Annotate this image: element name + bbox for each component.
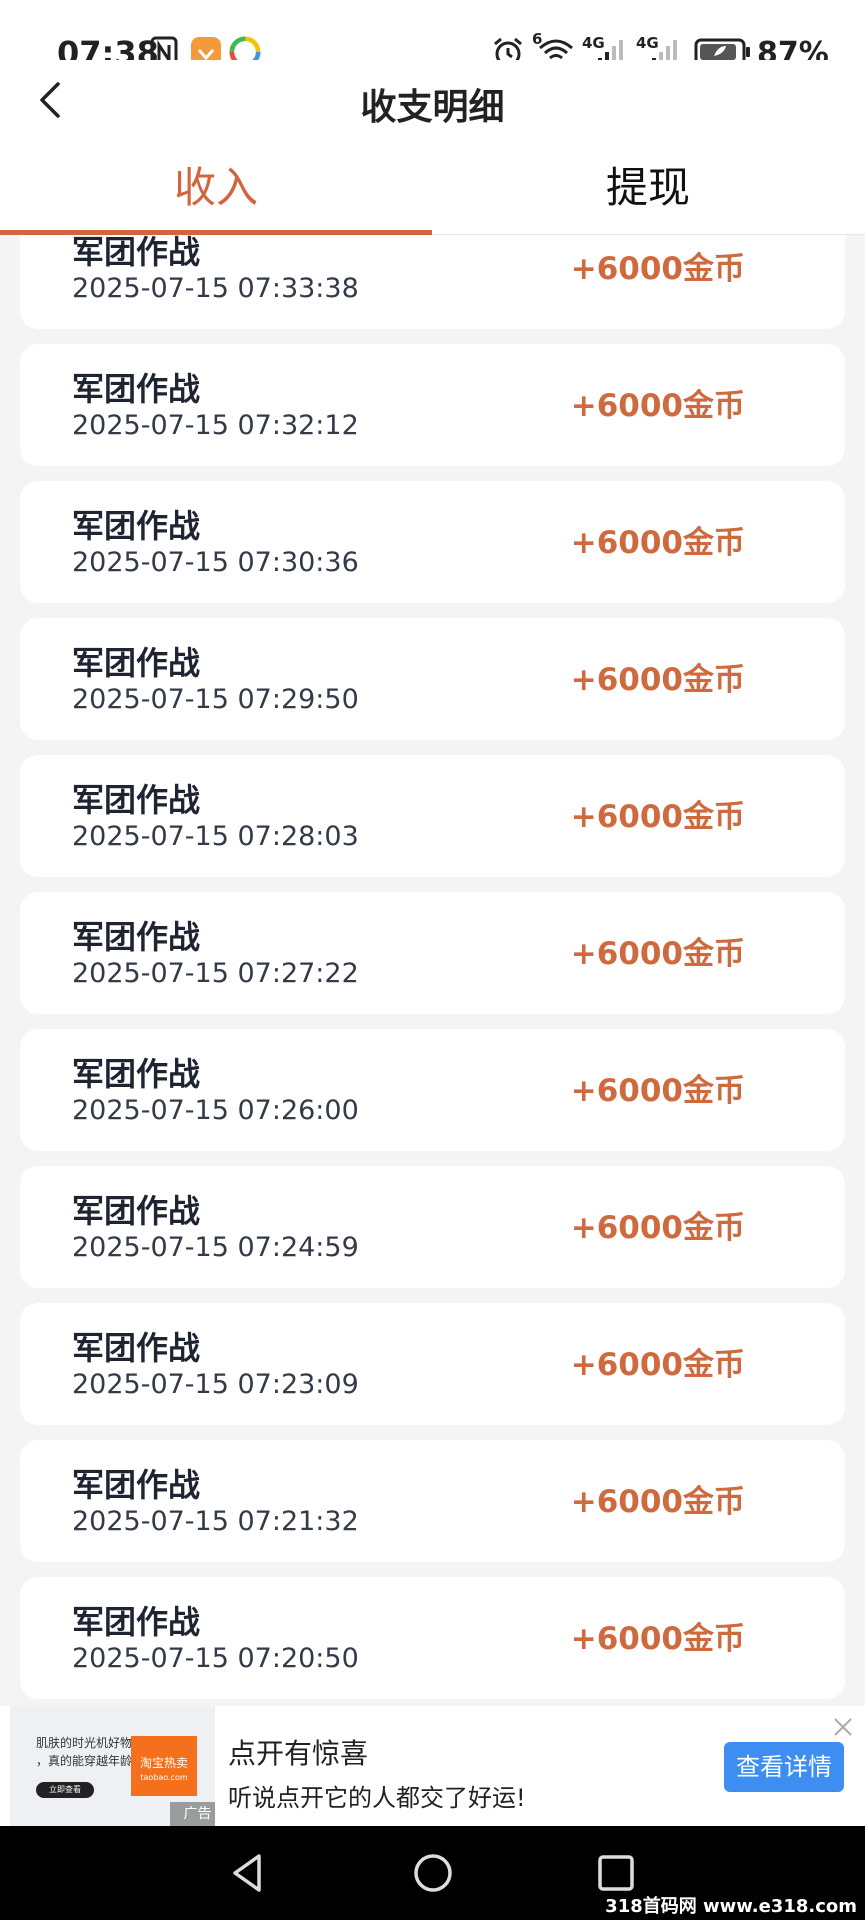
system-nav-bar: 318首码网 www.e318.com [0,1826,865,1920]
record-time: 2025-07-15 07:23:09 [72,1369,359,1400]
ad-thumbnail[interactable]: 肌肤的时光机好物 ，真的能穿越年龄 立即查看 淘宝热卖 taobao.com 广… [10,1706,215,1826]
tab-withdraw[interactable]: 提现 [432,140,864,235]
record-item[interactable]: 军团作战 2025-07-15 07:20:50 +6000金币 [20,1577,845,1699]
close-icon[interactable] [832,1716,854,1738]
back-triangle-icon[interactable] [223,1848,273,1898]
ad-title: 点开有惊喜 [228,1737,369,1770]
record-item[interactable]: 军团作战 2025-07-15 07:28:03 +6000金币 [20,755,845,877]
record-title: 军团作战 [72,1329,201,1367]
ad-thumb-text-2: ，真的能穿越年龄 [36,1754,133,1768]
ad-detail-button[interactable]: 查看详情 [724,1742,844,1792]
record-item[interactable]: 军团作战 2025-07-15 07:23:09 +6000金币 [20,1303,845,1425]
record-title: 军团作战 [72,507,201,545]
record-time: 2025-07-15 07:21:32 [72,1506,359,1537]
record-title: 军团作战 [72,1603,201,1641]
record-title: 军团作战 [72,644,201,682]
record-item[interactable]: 军团作战 2025-07-15 07:21:32 +6000金币 [20,1440,845,1562]
record-title: 军团作战 [72,1192,201,1230]
recents-square-icon[interactable] [591,1848,641,1898]
tab-income[interactable]: 收入 [0,140,432,235]
record-time: 2025-07-15 07:32:12 [72,410,359,441]
record-time: 2025-07-15 07:24:59 [72,1232,359,1263]
record-title: 军团作战 [72,235,201,271]
record-time: 2025-07-15 07:30:36 [72,547,359,578]
tab-bar: 收入 提现 [0,140,865,235]
record-time: 2025-07-15 07:29:50 [72,684,359,715]
record-title: 军团作战 [72,918,201,956]
record-title: 军团作战 [72,1055,201,1093]
record-item[interactable]: 军团作战 2025-07-15 07:27:22 +6000金币 [20,892,845,1014]
record-title: 军团作战 [72,781,201,819]
record-amount: +6000金币 [570,1484,745,1520]
ad-thumb-text: 肌肤的时光机好物 [36,1736,133,1750]
record-item[interactable]: 军团作战 2025-07-15 07:29:50 +6000金币 [20,618,845,740]
taobao-logo: 淘宝热卖 taobao.com [131,1736,197,1796]
ad-thumb-button: 立即查看 [36,1782,94,1798]
record-item[interactable]: 军团作战 2025-07-15 07:30:36 +6000金币 [20,481,845,603]
record-title: 军团作战 [72,1466,201,1504]
page-title: 收支明细 [360,87,505,128]
record-item[interactable]: 军团作战 2025-07-15 07:26:00 +6000金币 [20,1029,845,1151]
watermark: 318首码网 www.e318.com [601,1892,861,1918]
record-time: 2025-07-15 07:33:38 [72,273,359,304]
record-amount: +6000金币 [570,525,745,561]
record-amount: +6000金币 [570,1347,745,1383]
record-amount: +6000金币 [570,1621,745,1657]
record-item[interactable]: 军团作战 2025-07-15 07:33:38 +6000金币 [20,235,845,329]
record-amount: +6000金币 [570,1210,745,1246]
record-time: 2025-07-15 07:20:50 [72,1643,359,1674]
record-amount: +6000金币 [570,251,745,287]
record-amount: +6000金币 [570,1073,745,1109]
ad-label: 广告 [170,1802,215,1826]
record-item[interactable]: 军团作战 2025-07-15 07:24:59 +6000金币 [20,1166,845,1288]
header: 收支明细 [0,60,865,140]
record-time: 2025-07-15 07:26:00 [72,1095,359,1126]
home-circle-icon[interactable] [408,1848,458,1898]
record-amount: +6000金币 [570,662,745,698]
record-amount: +6000金币 [570,799,745,835]
ad-banner[interactable]: 肌肤的时光机好物 ，真的能穿越年龄 立即查看 淘宝热卖 taobao.com 广… [0,1706,865,1826]
record-time: 2025-07-15 07:28:03 [72,821,359,852]
record-amount: +6000金币 [570,936,745,972]
ad-description: 听说点开它的人都交了好运! [228,1784,526,1812]
record-title: 军团作战 [72,370,201,408]
record-amount: +6000金币 [570,388,745,424]
income-record-list[interactable]: 军团作战 2025-07-15 07:33:38 +6000金币 军团作战 20… [20,235,845,1705]
record-time: 2025-07-15 07:27:22 [72,958,359,989]
record-item[interactable]: 军团作战 2025-07-15 07:32:12 +6000金币 [20,344,845,466]
